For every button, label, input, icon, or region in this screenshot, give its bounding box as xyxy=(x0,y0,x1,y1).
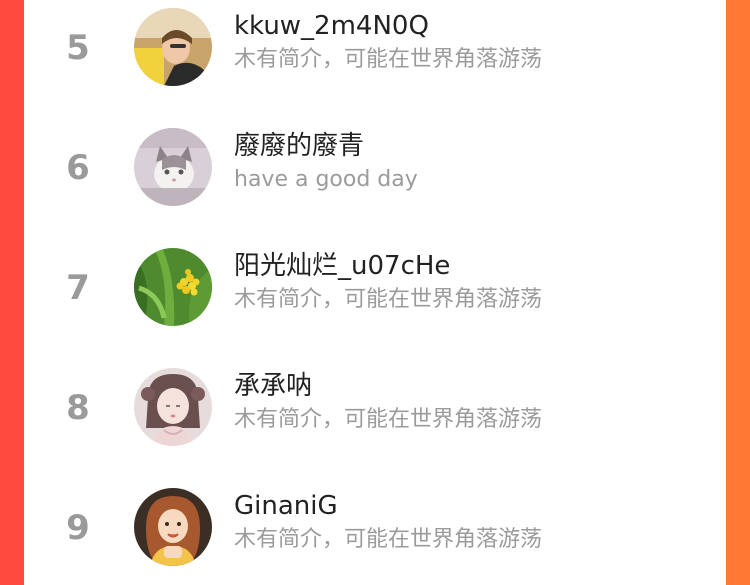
list-item[interactable]: 5 kkuw_2m4N0Q 木有简介，可能在世界角落游荡 xyxy=(24,0,726,120)
user-name[interactable]: GinaniG xyxy=(234,490,338,522)
user-name[interactable]: 廢廢的廢青 xyxy=(234,130,364,162)
user-name[interactable]: 阳光灿烂_u07cHe xyxy=(234,250,450,282)
user-name[interactable]: 承承呐 xyxy=(234,370,312,402)
list-item[interactable]: 6 廢廢的廢青 have a good day xyxy=(24,120,726,240)
user-bio: 木有简介，可能在世界角落游荡 xyxy=(234,287,543,312)
list-item[interactable]: 8 承承呐 木有简介，可能在世界角落游荡 xyxy=(24,360,726,480)
white-cat-avatar[interactable] xyxy=(134,128,212,206)
user-bio: 木有简介，可能在世界角落游荡 xyxy=(234,47,543,72)
yellow-flower-avatar[interactable] xyxy=(134,248,212,326)
girl-lying-photo-avatar[interactable] xyxy=(134,8,212,86)
list-item[interactable]: 9 GinaniG 木有简介，可能在世界角落游荡 xyxy=(24,480,726,585)
illustrated-girl-avatar[interactable] xyxy=(134,368,212,446)
rank-number: 7 xyxy=(66,268,90,308)
user-bio: have a good day xyxy=(234,167,418,192)
user-bio: 木有简介，可能在世界角落游荡 xyxy=(234,527,543,552)
rank-number: 9 xyxy=(66,508,90,548)
user-bio: 木有简介，可能在世界角落游荡 xyxy=(234,407,543,432)
list-item[interactable]: 7 阳光灿烂_u07cHe 木有简介，可能在世界角落游荡 xyxy=(24,240,726,360)
ranking-list-panel: 5 kkuw_2m4N0Q 木有简介，可能在世界角落游荡 6 廢廢的廢青 hav… xyxy=(24,0,726,585)
cartoon-girl-avatar[interactable] xyxy=(134,488,212,566)
rank-number: 6 xyxy=(66,148,90,188)
user-name[interactable]: kkuw_2m4N0Q xyxy=(234,10,429,42)
rank-number: 8 xyxy=(66,388,90,428)
rank-number: 5 xyxy=(66,28,90,68)
